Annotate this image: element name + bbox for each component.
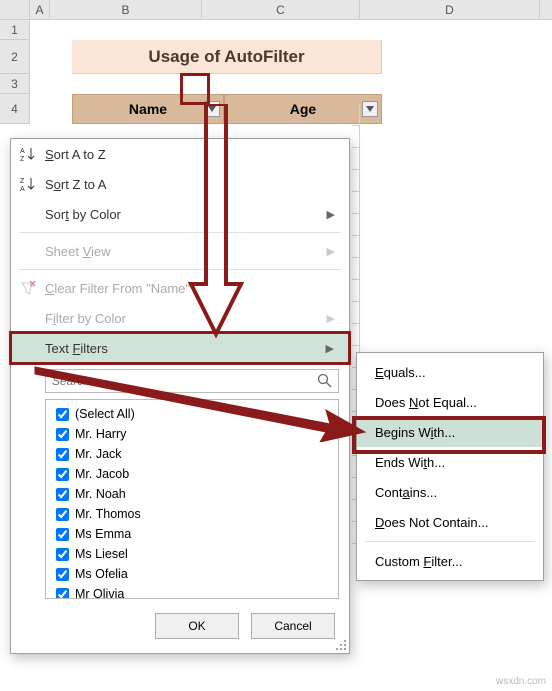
chevron-right-icon: ▶: [327, 312, 335, 325]
column-headers: A B C D: [0, 0, 552, 20]
row-header-3[interactable]: 3: [0, 74, 30, 94]
clear-filter-icon: [19, 279, 37, 297]
text-filters-item[interactable]: Text Filters ▶: [9, 331, 351, 365]
row-header-2[interactable]: 2: [0, 40, 30, 74]
svg-text:Z: Z: [20, 178, 25, 185]
search-row: [11, 363, 349, 397]
list-item: Mr. Noah: [52, 484, 332, 504]
sheet-view-label: Sheet View: [45, 244, 111, 259]
list-item: Ms Ofelia: [52, 564, 332, 584]
svg-text:A: A: [20, 148, 25, 155]
cancel-button[interactable]: Cancel: [251, 613, 335, 639]
age-filter-button[interactable]: [362, 101, 378, 117]
list-item: Mr. Jacob: [52, 464, 332, 484]
ends-with-item[interactable]: Ends With...: [357, 447, 543, 477]
row-headers: 1 2 3 4: [0, 20, 30, 124]
filter-value-list[interactable]: (Select All) Mr. Harry Mr. Jack Mr. Jaco…: [45, 399, 339, 599]
dropdown-arrow-icon: [366, 106, 374, 112]
col-header-a[interactable]: A: [30, 0, 50, 19]
chevron-right-icon: ▶: [327, 245, 335, 258]
row-header-4[interactable]: 4: [0, 94, 30, 124]
search-icon: [317, 373, 333, 389]
does-not-equal-item[interactable]: Does Not Equal...: [357, 387, 543, 417]
search-input[interactable]: [45, 369, 339, 393]
sort-za-icon: ZA: [19, 175, 37, 193]
checkbox[interactable]: [56, 488, 69, 501]
custom-filter-item[interactable]: Custom Filter...: [357, 546, 543, 576]
col-header-b[interactable]: B: [50, 0, 202, 19]
sort-by-color-label: Sort by Color: [45, 207, 121, 222]
separator: [19, 232, 341, 233]
clear-filter-item: Clear Filter From "Name": [11, 273, 349, 303]
sort-za-label: Sort Z to A: [45, 177, 106, 192]
list-item: Mr. Thomos: [52, 504, 332, 524]
chevron-right-icon: ▶: [327, 208, 335, 221]
spreadsheet-grid: A B C D 1 2 3 4 Usage of AutoFilter Name…: [0, 0, 552, 124]
sheet-view-item: Sheet View ▶: [11, 236, 349, 266]
table-header-row: Name Age: [72, 94, 382, 124]
checkbox[interactable]: [56, 568, 69, 581]
separator: [19, 269, 341, 270]
checkbox[interactable]: [56, 508, 69, 521]
ok-button[interactable]: OK: [155, 613, 239, 639]
chevron-right-icon: ▶: [326, 342, 334, 355]
select-all-corner[interactable]: [0, 0, 30, 19]
contains-item[interactable]: Contains...: [357, 477, 543, 507]
watermark: wsxdn.com: [496, 676, 546, 687]
sort-by-color-item[interactable]: Sort by Color ▶: [11, 199, 349, 229]
list-item: Ms Liesel: [52, 544, 332, 564]
begins-with-item[interactable]: Begins With...: [357, 417, 543, 447]
autofilter-dropdown: AZ Sort A to Z ZA Sort Z to A Sort by Co…: [10, 138, 350, 654]
col-header-c[interactable]: C: [202, 0, 360, 19]
svg-text:A: A: [20, 186, 25, 192]
does-not-contain-item[interactable]: Does Not Contain...: [357, 507, 543, 537]
header-age-label: Age: [290, 101, 316, 117]
checkbox[interactable]: [56, 448, 69, 461]
checkbox[interactable]: [56, 408, 69, 421]
list-item: Mr. Harry: [52, 424, 332, 444]
checkbox[interactable]: [56, 548, 69, 561]
sort-za-item[interactable]: ZA Sort Z to A: [11, 169, 349, 199]
col-header-d[interactable]: D: [360, 0, 540, 19]
dialog-buttons: OK Cancel: [11, 603, 349, 653]
list-item: Mr. Jack: [52, 444, 332, 464]
title-cell[interactable]: Usage of AutoFilter: [72, 40, 382, 74]
text-filters-submenu: Equals... Does Not Equal... Begins With.…: [356, 352, 544, 581]
checkbox[interactable]: [56, 588, 69, 600]
sort-az-icon: AZ: [19, 145, 37, 163]
list-item: Mr Olivia: [52, 584, 332, 599]
filter-by-color-item: Filter by Color ▶: [11, 303, 349, 333]
checkbox[interactable]: [56, 428, 69, 441]
filter-by-color-label: Filter by Color: [45, 311, 126, 326]
list-item: Ms Emma: [52, 524, 332, 544]
row-header-1[interactable]: 1: [0, 20, 30, 40]
name-filter-button[interactable]: [204, 101, 220, 117]
resize-grip-icon[interactable]: [335, 639, 347, 651]
text-filters-label: Text Filters: [45, 341, 108, 356]
svg-text:Z: Z: [20, 156, 25, 162]
sort-az-label: Sort A to Z: [45, 147, 106, 162]
list-item: (Select All): [52, 404, 332, 424]
header-cell-name[interactable]: Name: [72, 94, 224, 124]
checkbox[interactable]: [56, 468, 69, 481]
clear-filter-label: Clear Filter From "Name": [45, 281, 190, 296]
dropdown-arrow-icon: [208, 106, 216, 112]
separator: [365, 541, 535, 542]
checkbox[interactable]: [56, 528, 69, 541]
header-name-label: Name: [129, 101, 167, 117]
equals-item[interactable]: Equals...: [357, 357, 543, 387]
sort-az-item[interactable]: AZ Sort A to Z: [11, 139, 349, 169]
